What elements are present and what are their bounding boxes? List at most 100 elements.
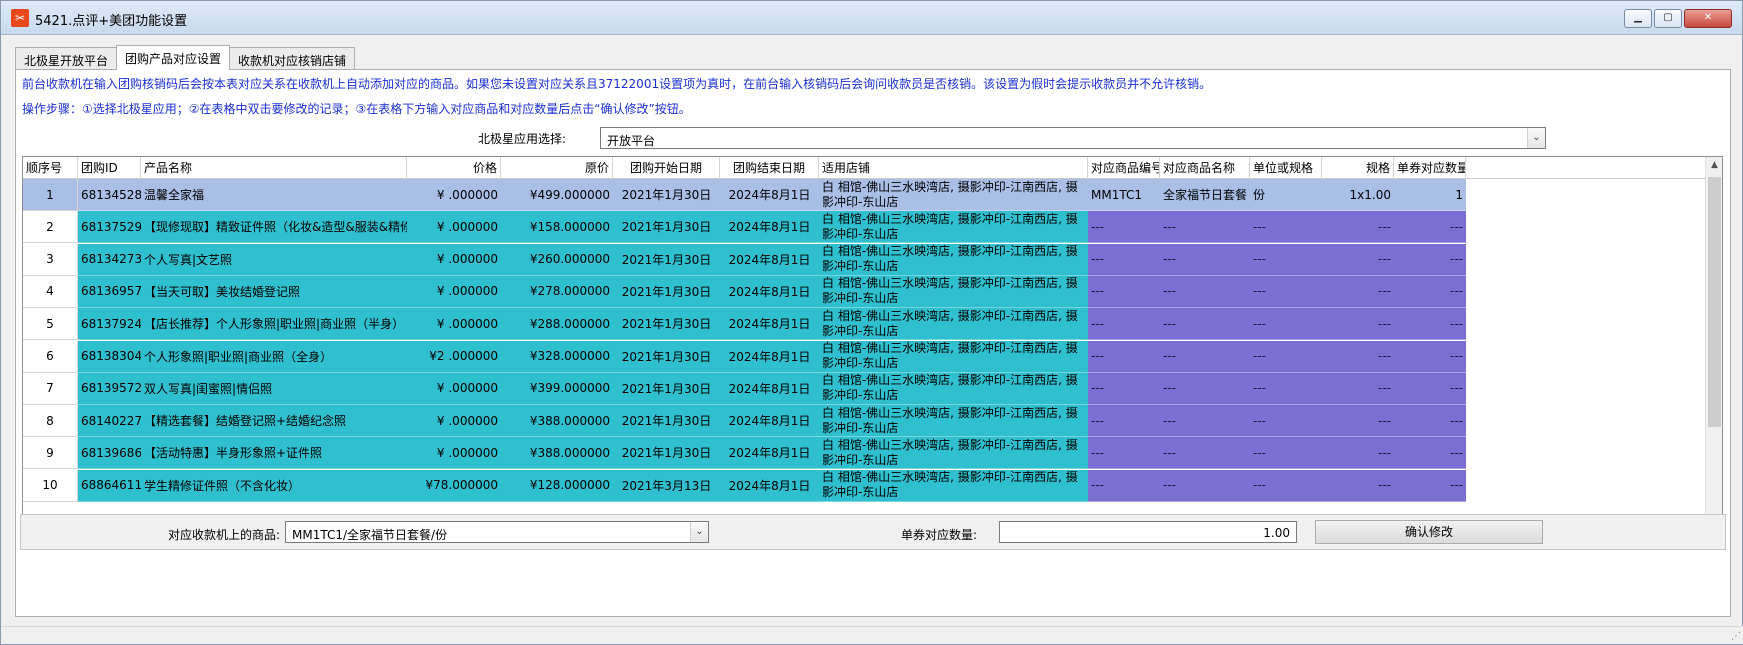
cell-spec: --- bbox=[1322, 275, 1394, 308]
header-seq[interactable]: 顺序号 bbox=[23, 157, 78, 179]
cell-orig: ¥128.000000 bbox=[501, 469, 613, 502]
cell-price: ¥2 .000000 bbox=[407, 340, 501, 373]
cell-name: 学生精修证件照（不含化妆） bbox=[141, 469, 407, 502]
cell-store: 白 相馆-佛山三水映湾店, 摄影冲印-江南西店, 摄影冲印-东山店 bbox=[819, 405, 1088, 438]
cell-name: 【店长推荐】个人形象照|职业照|商业照（半身） bbox=[141, 308, 407, 341]
table-row[interactable]: 5681379248【店长推荐】个人形象照|职业照|商业照（半身）¥ .0000… bbox=[23, 308, 1706, 341]
cell-end: 2024年8月1日 bbox=[720, 372, 819, 405]
cell-id: 688646116 bbox=[78, 469, 141, 502]
product-label: 对应收款机上的商品: bbox=[168, 528, 281, 542]
cell-store: 白 相馆-佛山三水映湾店, 摄影冲印-江南西店, 摄影冲印-东山店 bbox=[819, 308, 1088, 341]
app-select-value: 开放平台 bbox=[607, 134, 656, 148]
app-window: ✂ 5421.点评+美团功能设置 ▁ ▢ ✕ 北极星开放平台 团购产品对应设置 … bbox=[0, 0, 1743, 645]
product-select-combo[interactable]: MM1TC1/全家福节日套餐/份 ⌄ bbox=[285, 521, 709, 543]
cell-orig: ¥388.000000 bbox=[501, 405, 613, 438]
qty-input[interactable]: 1.00 bbox=[999, 521, 1297, 543]
cell-id: 681342732 bbox=[78, 243, 141, 276]
cell-name: 个人形象照|职业照|商业照（全身） bbox=[141, 340, 407, 373]
cell-qty: --- bbox=[1394, 340, 1466, 373]
header-store[interactable]: 适用店铺 bbox=[819, 157, 1088, 179]
status-bar: ⋰ bbox=[1, 626, 1743, 644]
header-name[interactable]: 产品名称 bbox=[141, 157, 407, 179]
cell-unit: --- bbox=[1250, 275, 1322, 308]
cell-start: 2021年1月30日 bbox=[613, 308, 720, 341]
chevron-down-icon[interactable]: ⌄ bbox=[690, 522, 708, 542]
cell-store: 白 相馆-佛山三水映湾店, 摄影冲印-江南西店, 摄影冲印-东山店 bbox=[819, 372, 1088, 405]
header-id[interactable]: 团购ID bbox=[78, 157, 141, 179]
table-row[interactable]: 9681396860【活动特惠】半身形象照+证件照¥ .000000¥388.0… bbox=[23, 437, 1706, 470]
header-unit[interactable]: 单位或规格 bbox=[1250, 157, 1322, 179]
header-end-date[interactable]: 团购结束日期 bbox=[720, 157, 819, 179]
cell-unit: --- bbox=[1250, 308, 1322, 341]
cell-spec: --- bbox=[1322, 211, 1394, 244]
cell-no: 1 bbox=[23, 179, 78, 211]
table-row[interactable]: 7681395722双人写真|闺蜜照|情侣照¥ .000000¥399.0000… bbox=[23, 372, 1706, 405]
tab-polaris-platform[interactable]: 北极星开放平台 bbox=[15, 47, 118, 70]
cell-spec: --- bbox=[1322, 372, 1394, 405]
app-select-combo[interactable]: 开放平台 ⌄ bbox=[600, 127, 1546, 149]
cell-start: 2021年3月13日 bbox=[613, 469, 720, 502]
header-start-date[interactable]: 团购开始日期 bbox=[613, 157, 720, 179]
cell-qty: --- bbox=[1394, 405, 1466, 438]
edit-bar: 对应收款机上的商品: MM1TC1/全家福节日套餐/份 ⌄ 单券对应数量: 1.… bbox=[20, 514, 1726, 550]
cell-price: ¥ .000000 bbox=[407, 179, 501, 211]
cell-spec: --- bbox=[1322, 437, 1394, 470]
cell-end: 2024年8月1日 bbox=[720, 437, 819, 470]
table-row[interactable]: 1681345282温馨全家福¥ .000000¥499.0000002021年… bbox=[23, 179, 1706, 211]
cell-price: ¥ .000000 bbox=[407, 243, 501, 276]
confirm-button[interactable]: 确认修改 bbox=[1315, 520, 1543, 544]
header-orig-price[interactable]: 原价 bbox=[501, 157, 613, 179]
cell-no: 9 bbox=[23, 437, 78, 470]
table-row[interactable]: 2681375297【现修现取】精致证件照（化妆&造型&服装&精修&...¥ .… bbox=[23, 211, 1706, 244]
cell-orig: ¥158.000000 bbox=[501, 211, 613, 244]
header-spec[interactable]: 规格 bbox=[1322, 157, 1394, 179]
cell-name: 个人写真|文艺照 bbox=[141, 243, 407, 276]
header-qty[interactable]: 单券对应数量 bbox=[1394, 157, 1466, 179]
table-row[interactable]: 4681369579【当天可取】美妆结婚登记照¥ .000000¥278.000… bbox=[23, 275, 1706, 308]
cell-store: 白 相馆-佛山三水映湾店, 摄影冲印-江南西店, 摄影冲印-东山店 bbox=[819, 275, 1088, 308]
cell-qty: 1 bbox=[1394, 179, 1466, 211]
table-scrollbar[interactable]: ▲ ▼ bbox=[1705, 157, 1722, 535]
close-icon[interactable]: ✕ bbox=[1684, 9, 1732, 28]
tab-groupbuy-mapping[interactable]: 团购产品对应设置 bbox=[116, 45, 231, 70]
table-row[interactable]: 8681402273【精选套餐】结婚登记照+结婚纪念照¥ .000000¥388… bbox=[23, 405, 1706, 438]
cell-start: 2021年1月30日 bbox=[613, 211, 720, 244]
cell-spec: 1x1.00 bbox=[1322, 179, 1394, 211]
tab-pos-store-mapping[interactable]: 收款机对应核销店铺 bbox=[229, 47, 356, 70]
cell-pname: --- bbox=[1160, 469, 1250, 502]
cell-end: 2024年8月1日 bbox=[720, 469, 819, 502]
groupbuy-table[interactable]: 顺序号 团购ID 产品名称 价格 原价 团购开始日期 团购结束日期 适用店铺 对… bbox=[22, 156, 1723, 536]
cell-qty: --- bbox=[1394, 211, 1466, 244]
cell-code: --- bbox=[1088, 243, 1160, 276]
cell-qty: --- bbox=[1394, 437, 1466, 470]
product-select-value: MM1TC1/全家福节日套餐/份 bbox=[292, 528, 448, 542]
chevron-down-icon[interactable]: ⌄ bbox=[1527, 128, 1545, 148]
cell-qty: --- bbox=[1394, 308, 1466, 341]
header-item-code[interactable]: 对应商品编号 bbox=[1088, 157, 1160, 179]
maximize-icon[interactable]: ▢ bbox=[1654, 9, 1682, 28]
cell-unit: --- bbox=[1250, 437, 1322, 470]
scroll-up-icon[interactable]: ▲ bbox=[1706, 157, 1722, 174]
resize-grip-icon[interactable]: ⋰ bbox=[1731, 631, 1741, 642]
title-bar[interactable]: ✂ 5421.点评+美团功能设置 ▁ ▢ ✕ bbox=[1, 1, 1742, 35]
table-row[interactable]: 6681383048个人形象照|职业照|商业照（全身）¥2 .000000¥32… bbox=[23, 340, 1706, 373]
cell-qty: --- bbox=[1394, 372, 1466, 405]
cell-unit: --- bbox=[1250, 469, 1322, 502]
cell-pname: --- bbox=[1160, 340, 1250, 373]
table-row[interactable]: 10688646116学生精修证件照（不含化妆）¥78.000000¥128.0… bbox=[23, 469, 1706, 502]
cell-end: 2024年8月1日 bbox=[720, 308, 819, 341]
cell-name: 【活动特惠】半身形象照+证件照 bbox=[141, 437, 407, 470]
header-item-name[interactable]: 对应商品名称 bbox=[1160, 157, 1250, 179]
cell-name: 【精选套餐】结婚登记照+结婚纪念照 bbox=[141, 405, 407, 438]
cell-pname: --- bbox=[1160, 437, 1250, 470]
cell-pname: --- bbox=[1160, 372, 1250, 405]
scroll-thumb[interactable] bbox=[1708, 177, 1721, 427]
header-price[interactable]: 价格 bbox=[407, 157, 501, 179]
cell-price: ¥ .000000 bbox=[407, 211, 501, 244]
cell-no: 5 bbox=[23, 308, 78, 341]
minimize-icon[interactable]: ▁ bbox=[1624, 9, 1652, 28]
cell-name: 双人写真|闺蜜照|情侣照 bbox=[141, 372, 407, 405]
cell-store: 白 相馆-佛山三水映湾店, 摄影冲印-江南西店, 摄影冲印-东山店 bbox=[819, 179, 1088, 211]
row-filler bbox=[1466, 405, 1706, 438]
table-row[interactable]: 3681342732个人写真|文艺照¥ .000000¥260.00000020… bbox=[23, 243, 1706, 276]
